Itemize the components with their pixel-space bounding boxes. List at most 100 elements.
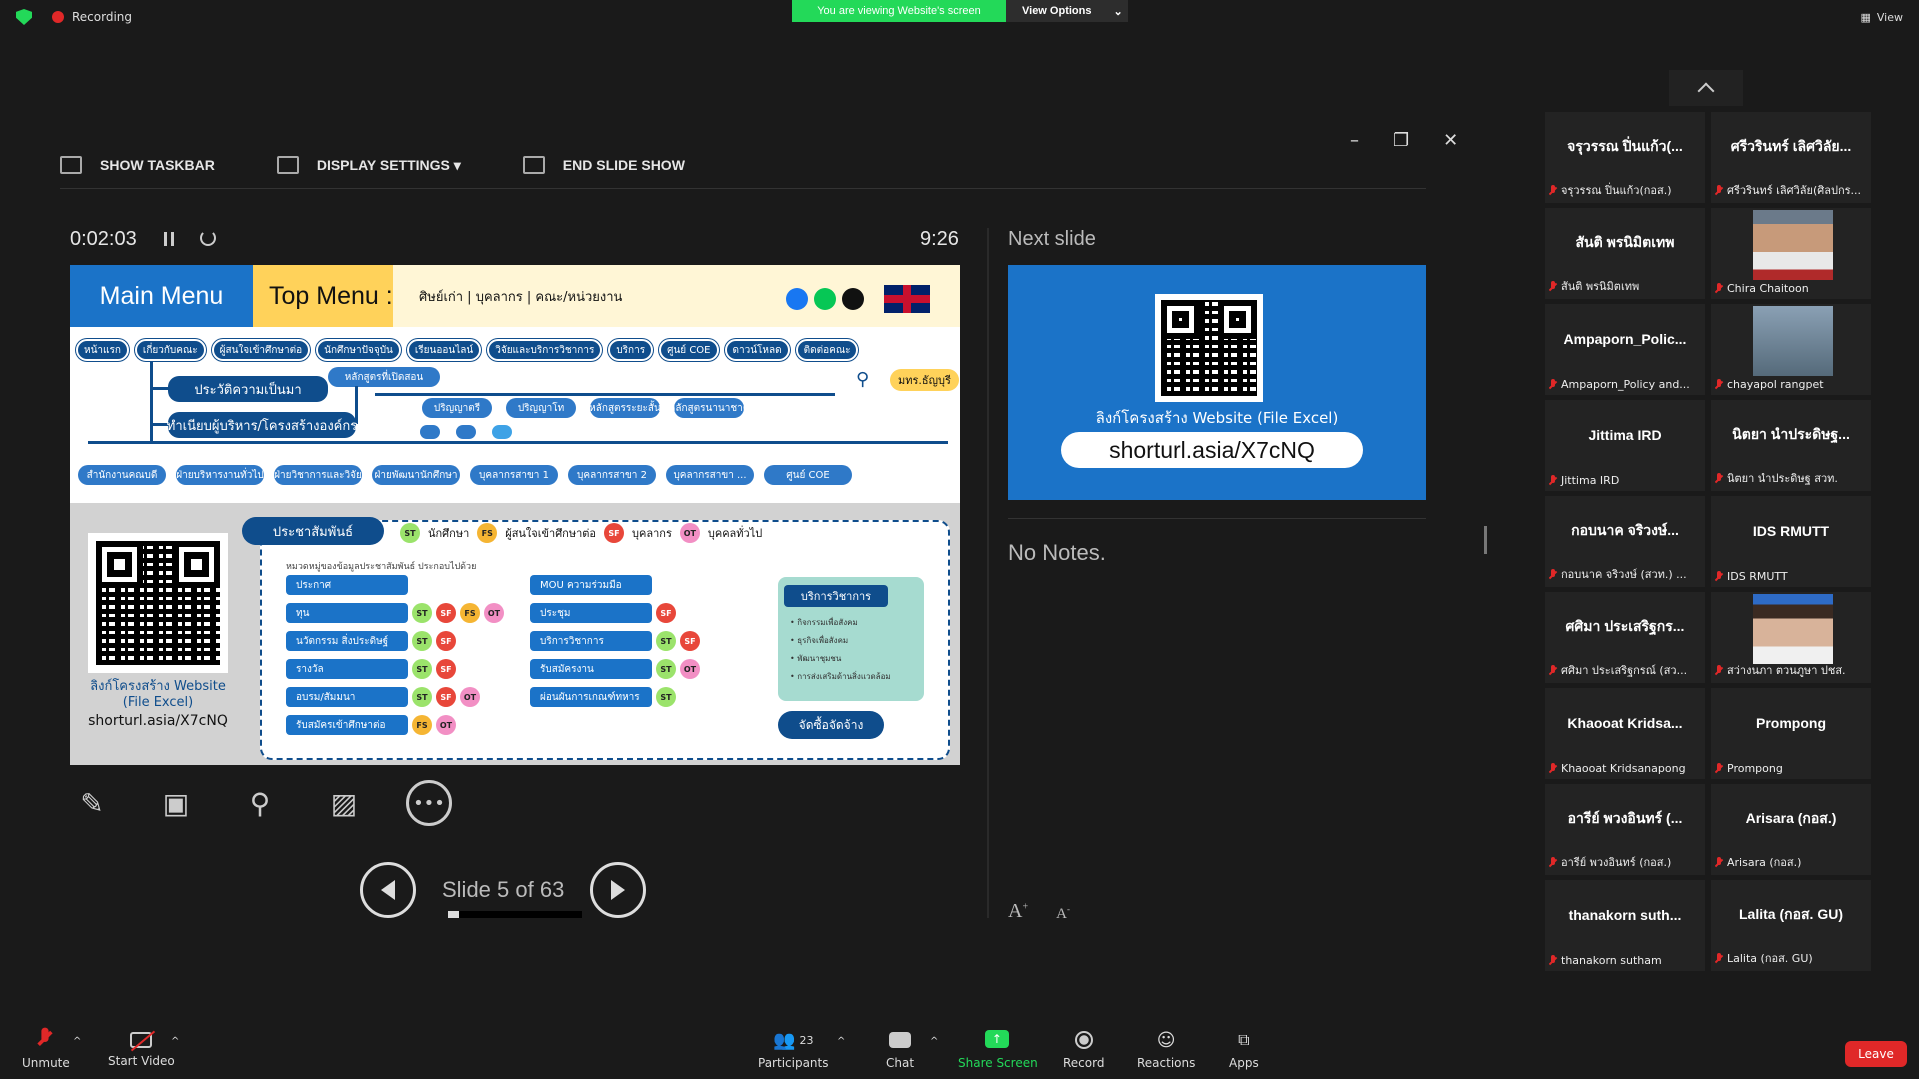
participant-tile[interactable]: Jittima IRD Jittima IRD <box>1545 400 1705 491</box>
participant-display-name: chayapol rangpet <box>1727 378 1824 391</box>
slide-qr-caption: ลิงก์โครงสร้าง Website (File Excel) <box>90 679 226 710</box>
category-badge: ST <box>656 687 676 707</box>
course-level-pill: หลักสูตรระยะสั้น <box>589 398 661 418</box>
category-badge: ST <box>412 659 432 679</box>
unmute-button[interactable]: Unmute <box>22 1027 70 1070</box>
show-taskbar-button[interactable]: SHOW TASKBAR <box>60 156 215 174</box>
participant-tile[interactable]: กอบนาค จริวงษ์... กอบนาค จริวงษ์ (สวท.) .… <box>1545 496 1705 587</box>
participant-tile[interactable]: สว่างนภา ตวนภูษา ปชส. <box>1711 592 1871 683</box>
reset-timer-icon[interactable] <box>200 230 216 246</box>
end-slide-show-button[interactable]: END SLIDE SHOW <box>522 156 685 174</box>
participant-tile[interactable]: Khaooat Kridsa... Khaooat Kridsanapong <box>1545 688 1705 779</box>
gallery-resize-handle[interactable] <box>1484 526 1487 554</box>
participants-icon: 👥 <box>773 1029 796 1051</box>
participant-tile[interactable]: thanakorn suth... thanakorn sutham <box>1545 880 1705 971</box>
service-list: • กิจกรรมเพื่อสังคม • ธุรกิจเพื่อสังคม • พ… <box>790 614 891 686</box>
participant-tile[interactable]: Arisara (กอส.) Arisara (กอส.) <box>1711 784 1871 875</box>
divider <box>1008 518 1426 519</box>
record-label: Record <box>1063 1056 1105 1070</box>
participant-tile[interactable]: Chira Chaitoon <box>1711 208 1871 299</box>
more-options-icon[interactable]: ••• <box>406 780 452 826</box>
gallery-scroll-up-button[interactable] <box>1669 70 1743 106</box>
viewing-banner: You are viewing Website's screen <box>792 0 1006 22</box>
participant-name: สันติ พรนิมิตเทพ <box>1575 234 1675 250</box>
tree-line <box>150 361 153 443</box>
previous-slide-button[interactable] <box>360 862 416 918</box>
pr-category: รางวัล <box>286 659 408 679</box>
slide-tools: ✎ ▣ ⚲ ▨ ••• <box>70 780 452 826</box>
close-icon[interactable]: ✕ <box>1443 130 1458 151</box>
participant-tile[interactable]: Prompong Prompong <box>1711 688 1871 779</box>
apps-button[interactable]: ⧉ Apps <box>1229 1030 1259 1070</box>
participant-tile[interactable]: จรุวรรณ ปิ่นแก้ว(... จรุวรรณ ปิ่นแก้ว(กอส… <box>1545 112 1705 203</box>
participant-tile[interactable]: ศศิมา ประเสริฐกร... ศศิมา ประเสริฐกรณ์ (ส… <box>1545 592 1705 683</box>
participant-label: Jittima IRD <box>1549 474 1703 487</box>
unit-pill: สำนักงานคณบดี <box>78 465 166 485</box>
restore-icon[interactable]: ❐ <box>1393 130 1409 151</box>
zoom-icon[interactable]: ⚲ <box>238 781 282 825</box>
participant-tile[interactable]: Lalita (กอส. GU) Lalita (กอส. GU) <box>1711 880 1871 971</box>
participant-display-name: ศศิมา ประเสริฐกรณ์ (สว... <box>1561 664 1688 677</box>
pr-category-row: อบรม/สัมมนา ST SF OT <box>286 687 504 707</box>
view-options-button[interactable]: View Options ⌄ <box>1006 0 1128 22</box>
chat-button[interactable]: Chat <box>886 1030 914 1070</box>
participant-display-name: Khaooat Kridsanapong <box>1561 762 1686 775</box>
participant-label: thanakorn sutham <box>1549 954 1703 967</box>
view-button[interactable]: ▦ View <box>1860 11 1903 24</box>
start-video-button[interactable]: Start Video <box>108 1030 175 1068</box>
pr-category: รับสมัครเข้าศึกษาต่อ <box>286 715 408 735</box>
leave-button[interactable]: Leave <box>1845 1041 1907 1067</box>
facebook-icon <box>786 288 808 310</box>
pr-legend: ST นักศึกษา FS ผู้สนใจเข้าศึกษาต่อ SF บุคลากร… <box>400 523 762 543</box>
participants-button[interactable]: 👥 23 Participants <box>758 1029 829 1071</box>
participant-name: thanakorn suth... <box>1568 907 1682 923</box>
avatar <box>1753 594 1833 664</box>
record-button[interactable]: Record <box>1063 1030 1104 1070</box>
course-level-pill: ปริญญาตรี <box>422 398 492 418</box>
social-icons <box>786 285 930 313</box>
reactions-icon: ☺ <box>1156 1030 1176 1051</box>
recording-dot-icon <box>52 11 64 23</box>
participant-tile[interactable]: Ampaporn_Polic... Ampaporn_Policy and... <box>1545 304 1705 395</box>
participant-display-name: Prompong <box>1727 762 1783 775</box>
pause-icon[interactable] <box>164 232 174 246</box>
category-badge: SF <box>436 631 456 651</box>
chat-options-caret[interactable]: ^ <box>930 1036 938 1047</box>
category-badge: OT <box>460 687 480 707</box>
video-options-caret[interactable]: ^ <box>171 1036 179 1047</box>
participant-name: กอบนาค จริวงษ์... <box>1571 522 1679 538</box>
unit-pill: บุคลากรสาขา ... <box>666 465 754 485</box>
participant-display-name: IDS RMUTT <box>1727 570 1788 583</box>
slide-main-menu: Main Menu <box>70 265 253 327</box>
pr-category: ผ่อนผันการเกณฑ์ทหาร <box>530 687 652 707</box>
pen-icon[interactable]: ✎ <box>70 781 114 825</box>
pr-category: ประกาศ <box>286 575 408 595</box>
participant-tile[interactable]: IDS RMUTT IDS RMUTT <box>1711 496 1871 587</box>
share-screen-icon: ↑ <box>984 1030 1011 1050</box>
pr-category-row: รับสมัครเข้าศึกษาต่อ FS OT <box>286 715 504 735</box>
participant-tile[interactable]: chayapol rangpet <box>1711 304 1871 395</box>
slide-counter: Slide 5 of 63 <box>442 877 565 902</box>
display-settings-button[interactable]: DISPLAY SETTINGS ▾ <box>276 156 461 174</box>
arrow-right-icon <box>611 880 626 900</box>
participant-tile[interactable]: สันติ พรนิมิตเทพ สันติ พรนิมิตเทพ <box>1545 208 1705 299</box>
reactions-button[interactable]: ☺ Reactions <box>1137 1030 1195 1070</box>
increase-font-icon[interactable]: A+ <box>1008 900 1028 923</box>
minimize-icon[interactable]: – <box>1350 130 1359 151</box>
slide-nav-item: เกี่ยวกับคณะ <box>134 339 206 361</box>
participants-options-caret[interactable]: ^ <box>837 1036 845 1047</box>
audio-options-caret[interactable]: ^ <box>73 1036 81 1047</box>
category-badge: SF <box>436 659 456 679</box>
black-screen-icon[interactable]: ▨ <box>322 781 366 825</box>
next-slide-button[interactable] <box>590 862 647 918</box>
see-all-slides-icon[interactable]: ▣ <box>154 781 198 825</box>
decrease-font-icon[interactable]: A- <box>1056 904 1070 923</box>
chat-icon <box>887 1030 913 1050</box>
security-shield-icon[interactable] <box>16 9 32 25</box>
participant-tile[interactable]: นิตยา นำประดิษฐ... นิตยา นำประดิษฐ สวท. <box>1711 400 1871 491</box>
participant-tile[interactable]: ศรีวรินทร์ เลิศวิลัย... ศรีวรินทร์ เลิศวิ… <box>1711 112 1871 203</box>
arrow-left-icon <box>381 880 395 900</box>
panel-separator[interactable] <box>987 228 989 918</box>
participant-tile[interactable]: อารีย์ พวงอินทร์ (... อารีย์ พวงอินทร์ (ก… <box>1545 784 1705 875</box>
share-screen-button[interactable]: ↑ Share Screen <box>958 1030 1038 1070</box>
